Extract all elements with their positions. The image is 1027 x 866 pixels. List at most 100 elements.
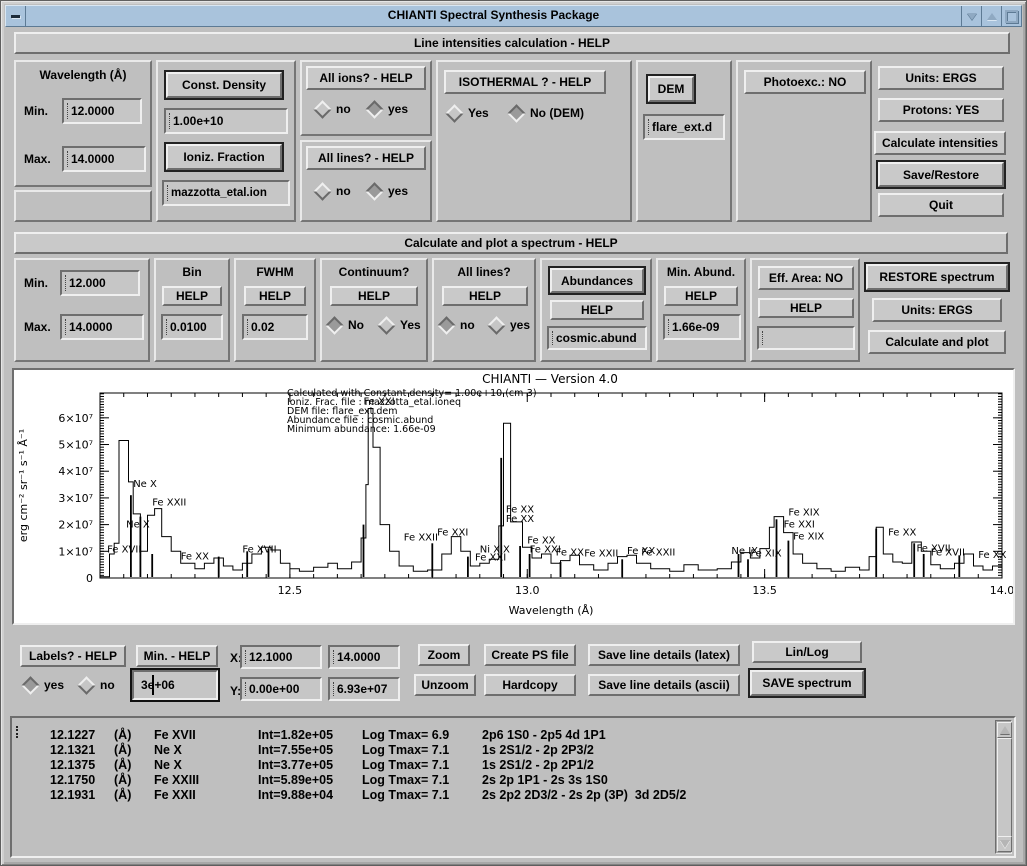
section2-header-button[interactable]: Calculate and plot a spectrum - HELP <box>14 232 1008 254</box>
save-restore-button[interactable]: Save/Restore <box>878 162 1004 187</box>
radio-diamond-icon <box>313 182 331 200</box>
all-lines-radio-yes[interactable]: yes <box>368 184 408 198</box>
all-lines-radio-no[interactable]: no <box>316 184 351 198</box>
svg-text:2×10⁷: 2×10⁷ <box>58 519 93 532</box>
wavelength-min-input[interactable]: 12.0000 <box>62 98 142 124</box>
all-lines-panel: All lines? - HELP no yes <box>300 140 432 222</box>
min-abund-help-button[interactable]: HELP <box>664 286 738 306</box>
window-menu-button[interactable] <box>6 6 26 26</box>
density-input[interactable]: 1.00e+10 <box>164 108 288 134</box>
dem-file-input[interactable]: flare_ext.d <box>643 114 725 140</box>
plot-all-lines-help-button[interactable]: HELP <box>442 286 528 306</box>
all-ions-radio-yes[interactable]: yes <box>368 102 408 116</box>
eff-area-button[interactable]: Eff. Area: NO <box>758 266 854 290</box>
x-min-input[interactable]: 12.1000 <box>240 645 322 669</box>
all-ions-radio-no[interactable]: no <box>316 102 351 116</box>
abundances-help-button[interactable]: HELP <box>550 300 644 320</box>
raise-button[interactable] <box>981 6 1001 26</box>
units-ergs-button[interactable]: Units: ERGS <box>878 66 1004 90</box>
min-abund-input[interactable]: 1.66e-09 <box>663 314 741 340</box>
all-ions-panel: All ions? - HELP no yes <box>300 60 432 136</box>
labels-radio-yes[interactable]: yes <box>24 678 64 692</box>
scroll-down-arrow-icon[interactable] <box>997 836 1012 852</box>
photoexc-button[interactable]: Photoexc.: NO <box>744 70 866 94</box>
ioniz-fraction-button[interactable]: Ioniz. Fraction <box>166 144 282 170</box>
line-list-row: 12.1375(Å)Ne XInt=3.77e+05Log Tmax= 7.11… <box>50 758 594 772</box>
continuum-radio-no[interactable]: No <box>328 318 364 332</box>
isothermal-radio-yes[interactable]: Yes <box>448 106 489 120</box>
all-ions-help-button[interactable]: All ions? - HELP <box>306 66 426 90</box>
shade-button[interactable] <box>961 6 981 26</box>
radio-diamond-icon <box>377 316 395 334</box>
svg-text:Fe XVII: Fe XVII <box>931 547 965 558</box>
maximize-button[interactable] <box>1001 6 1021 26</box>
abundances-button[interactable]: Abundances <box>550 268 644 293</box>
radio-diamond-icon <box>445 104 463 122</box>
scrollbar[interactable] <box>995 720 1012 854</box>
svg-text:1×10⁷: 1×10⁷ <box>58 545 93 558</box>
scrollbar-thumb[interactable] <box>997 738 1012 843</box>
restore-spectrum-button[interactable]: RESTORE spectrum <box>866 264 1008 290</box>
min-label: Min. <box>24 104 48 118</box>
maximize-icon <box>1005 10 1018 23</box>
wavelength-panel-spacer <box>14 190 152 222</box>
svg-text:Fe XXII: Fe XXII <box>404 533 438 544</box>
max-label: Max. <box>24 320 51 334</box>
line-list-row: 12.1227(Å)Fe XVIIInt=1.82e+05Log Tmax= 6… <box>50 728 606 742</box>
plot-all-lines-radio-no[interactable]: no <box>440 318 475 332</box>
dem-button[interactable]: DEM <box>648 76 694 102</box>
bin-help-button[interactable]: HELP <box>162 286 222 306</box>
y-min-input[interactable]: 0.00e+00 <box>240 677 322 701</box>
quit-button[interactable]: Quit <box>878 193 1004 217</box>
window-title: CHIANTI Spectral Synthesis Package <box>26 6 961 26</box>
spectrum-max-input[interactable]: 14.0000 <box>60 314 144 340</box>
all-lines-help-button[interactable]: All lines? - HELP <box>306 146 426 170</box>
lin-log-button[interactable]: Lin/Log <box>752 641 862 663</box>
calculate-intensities-button[interactable]: Calculate intensities <box>874 131 1006 155</box>
spectrum-plot-panel[interactable]: 12.513.013.514.001×10⁷2×10⁷3×10⁷4×10⁷5×1… <box>12 368 1015 625</box>
isothermal-panel: ISOTHERMAL ? - HELP Yes No (DEM) <box>436 60 632 222</box>
spectrum-range-panel: Min. 12.000 Max. 14.0000 <box>14 258 150 362</box>
calculate-and-plot-button[interactable]: Calculate and plot <box>868 330 1006 354</box>
titlebar[interactable]: CHIANTI Spectral Synthesis Package <box>5 5 1022 27</box>
svg-text:Fe XX: Fe XX <box>181 551 209 562</box>
wavelength-max-input[interactable]: 14.0000 <box>62 146 146 172</box>
save-line-details-latex-button[interactable]: Save line details (latex) <box>588 644 740 666</box>
bin-input[interactable]: 0.0100 <box>161 314 223 340</box>
eff-area-input[interactable] <box>757 326 855 350</box>
ioniz-file-input[interactable]: mazzotta_etal.ion <box>162 180 290 206</box>
isothermal-help-button[interactable]: ISOTHERMAL ? - HELP <box>444 70 606 94</box>
y-max-input[interactable]: 6.93e+07 <box>328 677 400 701</box>
fwhm-help-button[interactable]: HELP <box>244 286 306 306</box>
x-max-input[interactable]: 14.0000 <box>328 645 400 669</box>
isothermal-radio-no-dem[interactable]: No (DEM) <box>510 106 584 120</box>
labels-radio-no[interactable]: no <box>80 678 115 692</box>
unzoom-button[interactable]: Unzoom <box>414 674 476 696</box>
line-list-output[interactable]: 12.1227(Å)Fe XVIIInt=1.82e+05Log Tmax= 6… <box>10 716 1016 858</box>
bin-panel: Bin HELP 0.0100 <box>154 258 230 362</box>
save-line-details-ascii-button[interactable]: Save line details (ascii) <box>588 674 740 696</box>
min-help-button[interactable]: Min. - HELP <box>136 645 218 667</box>
fwhm-input[interactable]: 0.02 <box>242 314 308 340</box>
plot-all-lines-radio-yes[interactable]: yes <box>490 318 530 332</box>
photoexc-panel: Photoexc.: NO <box>736 60 872 222</box>
plot-min-intensity-input[interactable]: 3e+06 <box>132 670 218 700</box>
continuum-radio-yes[interactable]: Yes <box>380 318 421 332</box>
section1-header-button[interactable]: Line intensities calculation - HELP <box>14 32 1010 54</box>
svg-text:Fe XXI: Fe XXI <box>475 553 506 564</box>
svg-text:4×10⁷: 4×10⁷ <box>58 465 93 478</box>
continuum-help-button[interactable]: HELP <box>330 286 418 306</box>
eff-area-help-button[interactable]: HELP <box>758 298 854 318</box>
labels-help-button[interactable]: Labels? - HELP <box>20 645 126 667</box>
protons-button[interactable]: Protons: YES <box>878 98 1004 122</box>
continuum-title: Continuum? <box>322 265 426 279</box>
zoom-button[interactable]: Zoom <box>418 644 470 666</box>
create-ps-file-button[interactable]: Create PS file <box>484 644 576 666</box>
spectrum-min-input[interactable]: 12.000 <box>60 270 140 296</box>
abundance-file-input[interactable]: cosmic.abund <box>547 326 647 350</box>
units-ergs2-button[interactable]: Units: ERGS <box>872 298 1002 322</box>
const-density-button[interactable]: Const. Density <box>166 72 282 98</box>
save-spectrum-button[interactable]: SAVE spectrum <box>750 670 864 696</box>
hardcopy-button[interactable]: Hardcopy <box>484 674 576 696</box>
scroll-up-arrow-icon[interactable] <box>997 722 1012 738</box>
